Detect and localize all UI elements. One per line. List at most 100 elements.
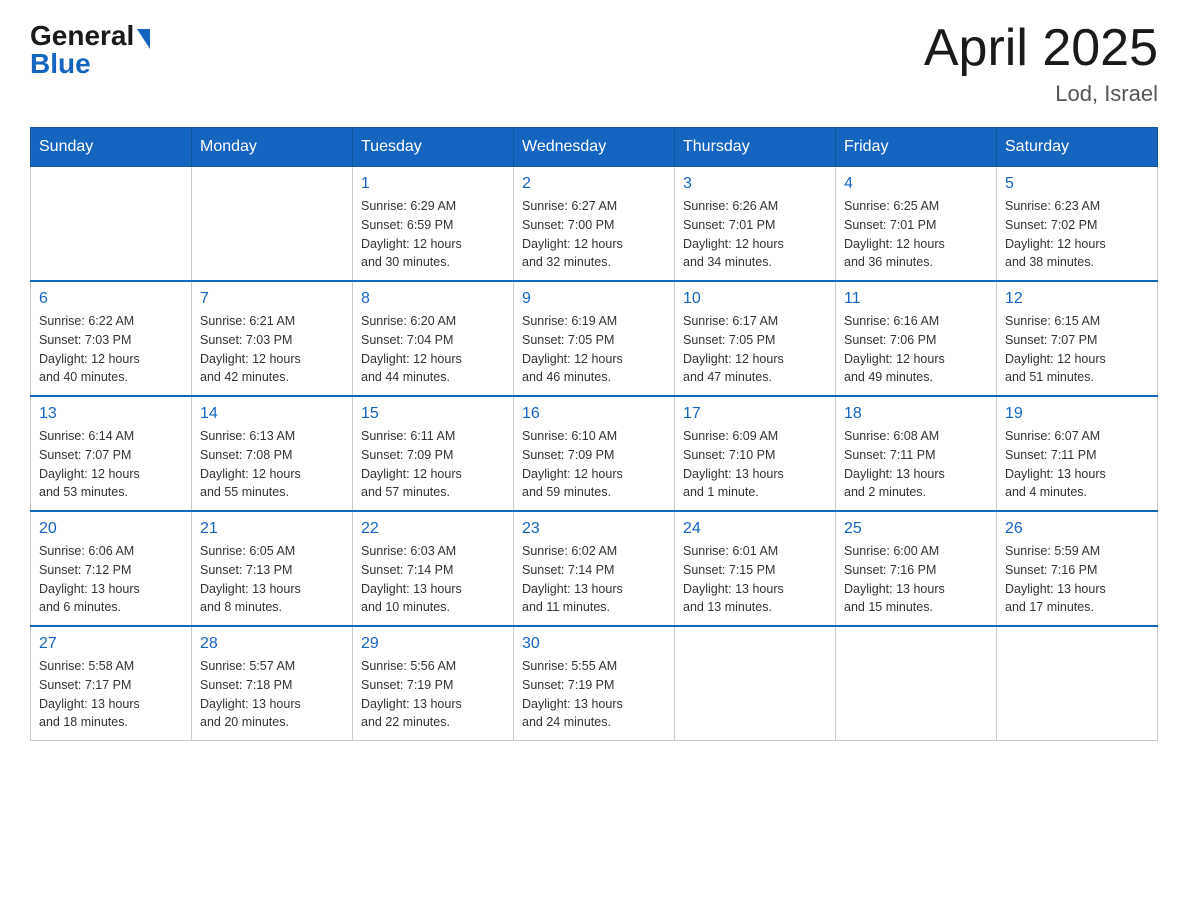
week-row-1: 1 Sunrise: 6:29 AM Sunset: 6:59 PM Daylig…: [31, 167, 1158, 282]
day-number: 24: [683, 520, 827, 538]
cell-week2-day4: 9 Sunrise: 6:19 AM Sunset: 7:05 PM Daylig…: [514, 281, 675, 396]
day-info: Sunrise: 6:13 AM Sunset: 7:08 PM Dayligh…: [200, 427, 344, 502]
cell-week4-day3: 22Sunrise: 6:03 AM Sunset: 7:14 PM Dayli…: [353, 511, 514, 626]
week-row-5: 27 Sunrise: 5:58 AM Sunset: 7:17 PM Dayli…: [31, 626, 1158, 741]
day-info: Sunrise: 5:57 AM Sunset: 7:18 PM Dayligh…: [200, 657, 344, 732]
month-year-title: April 2025: [924, 20, 1158, 77]
day-info: Sunrise: 6:22 AM Sunset: 7:03 PM Dayligh…: [39, 312, 183, 387]
day-number: 25: [844, 520, 988, 538]
day-number: 2: [522, 175, 666, 193]
day-number: 11: [844, 290, 988, 308]
day-number: 12: [1005, 290, 1149, 308]
day-number: 7: [200, 290, 344, 308]
day-number: 22: [361, 520, 505, 538]
day-info: Sunrise: 6:08 AM Sunset: 7:11 PM Dayligh…: [844, 427, 988, 502]
day-info: Sunrise: 6:21 AM Sunset: 7:03 PM Dayligh…: [200, 312, 344, 387]
day-number: 3: [683, 175, 827, 193]
day-info: Sunrise: 5:58 AM Sunset: 7:17 PM Dayligh…: [39, 657, 183, 732]
day-info: Sunrise: 6:29 AM Sunset: 6:59 PM Dayligh…: [361, 197, 505, 272]
day-number: 29: [361, 635, 505, 653]
day-info: Sunrise: 6:02 AM Sunset: 7:14 PM Dayligh…: [522, 542, 666, 617]
day-number: 16: [522, 405, 666, 423]
day-number: 23: [522, 520, 666, 538]
cell-week4-day6: 25 Sunrise: 6:00 AM Sunset: 7:16 PM Dayli…: [836, 511, 997, 626]
cell-week5-day7: [997, 626, 1158, 741]
location-label: Lod, Israel: [924, 81, 1158, 107]
cell-week2-day5: 10 Sunrise: 6:17 AM Sunset: 7:05 PM Dayli…: [675, 281, 836, 396]
cell-week5-day3: 29 Sunrise: 5:56 AM Sunset: 7:19 PM Dayli…: [353, 626, 514, 741]
day-number: 30: [522, 635, 666, 653]
day-info: Sunrise: 6:16 AM Sunset: 7:06 PM Dayligh…: [844, 312, 988, 387]
day-info: Sunrise: 6:11 AM Sunset: 7:09 PM Dayligh…: [361, 427, 505, 502]
day-info: Sunrise: 5:55 AM Sunset: 7:19 PM Dayligh…: [522, 657, 666, 732]
day-info: Sunrise: 6:01 AM Sunset: 7:15 PM Dayligh…: [683, 542, 827, 617]
calendar-body: 1 Sunrise: 6:29 AM Sunset: 6:59 PM Daylig…: [31, 167, 1158, 741]
cell-week1-day1: [31, 167, 192, 282]
cell-week3-day5: 17Sunrise: 6:09 AM Sunset: 7:10 PM Dayli…: [675, 396, 836, 511]
cell-week1-day6: 4 Sunrise: 6:25 AM Sunset: 7:01 PM Daylig…: [836, 167, 997, 282]
calendar-header: Sunday Monday Tuesday Wednesday Thursday…: [31, 128, 1158, 167]
day-info: Sunrise: 6:17 AM Sunset: 7:05 PM Dayligh…: [683, 312, 827, 387]
cell-week1-day4: 2 Sunrise: 6:27 AM Sunset: 7:00 PM Daylig…: [514, 167, 675, 282]
day-number: 15: [361, 405, 505, 423]
header-saturday: Saturday: [997, 128, 1158, 167]
day-number: 17: [683, 405, 827, 423]
day-info: Sunrise: 6:20 AM Sunset: 7:04 PM Dayligh…: [361, 312, 505, 387]
logo: General Blue: [30, 20, 150, 80]
day-info: Sunrise: 6:00 AM Sunset: 7:16 PM Dayligh…: [844, 542, 988, 617]
header-wednesday: Wednesday: [514, 128, 675, 167]
day-number: 5: [1005, 175, 1149, 193]
cell-week2-day3: 8 Sunrise: 6:20 AM Sunset: 7:04 PM Daylig…: [353, 281, 514, 396]
day-info: Sunrise: 6:19 AM Sunset: 7:05 PM Dayligh…: [522, 312, 666, 387]
day-number: 10: [683, 290, 827, 308]
day-number: 20: [39, 520, 183, 538]
header-friday: Friday: [836, 128, 997, 167]
cell-week5-day1: 27 Sunrise: 5:58 AM Sunset: 7:17 PM Dayli…: [31, 626, 192, 741]
day-number: 4: [844, 175, 988, 193]
cell-week1-day2: [192, 167, 353, 282]
logo-triangle-icon: [137, 29, 150, 49]
cell-week3-day2: 14 Sunrise: 6:13 AM Sunset: 7:08 PM Dayli…: [192, 396, 353, 511]
day-info: Sunrise: 6:23 AM Sunset: 7:02 PM Dayligh…: [1005, 197, 1149, 272]
header-tuesday: Tuesday: [353, 128, 514, 167]
day-number: 1: [361, 175, 505, 193]
cell-week3-day6: 18 Sunrise: 6:08 AM Sunset: 7:11 PM Dayli…: [836, 396, 997, 511]
day-number: 13: [39, 405, 183, 423]
day-info: Sunrise: 6:25 AM Sunset: 7:01 PM Dayligh…: [844, 197, 988, 272]
cell-week1-day7: 5 Sunrise: 6:23 AM Sunset: 7:02 PM Daylig…: [997, 167, 1158, 282]
day-number: 21: [200, 520, 344, 538]
cell-week5-day6: [836, 626, 997, 741]
day-info: Sunrise: 5:59 AM Sunset: 7:16 PM Dayligh…: [1005, 542, 1149, 617]
day-info: Sunrise: 6:06 AM Sunset: 7:12 PM Dayligh…: [39, 542, 183, 617]
week-row-4: 20 Sunrise: 6:06 AM Sunset: 7:12 PM Dayli…: [31, 511, 1158, 626]
logo-blue-text: Blue: [30, 48, 91, 80]
cell-week3-day3: 15 Sunrise: 6:11 AM Sunset: 7:09 PM Dayli…: [353, 396, 514, 511]
cell-week3-day7: 19Sunrise: 6:07 AM Sunset: 7:11 PM Dayli…: [997, 396, 1158, 511]
day-number: 18: [844, 405, 988, 423]
day-number: 8: [361, 290, 505, 308]
day-info: Sunrise: 5:56 AM Sunset: 7:19 PM Dayligh…: [361, 657, 505, 732]
cell-week5-day4: 30 Sunrise: 5:55 AM Sunset: 7:19 PM Dayli…: [514, 626, 675, 741]
day-number: 9: [522, 290, 666, 308]
cell-week3-day4: 16 Sunrise: 6:10 AM Sunset: 7:09 PM Dayli…: [514, 396, 675, 511]
cell-week4-day4: 23 Sunrise: 6:02 AM Sunset: 7:14 PM Dayli…: [514, 511, 675, 626]
cell-week1-day3: 1 Sunrise: 6:29 AM Sunset: 6:59 PM Daylig…: [353, 167, 514, 282]
day-number: 6: [39, 290, 183, 308]
header-sunday: Sunday: [31, 128, 192, 167]
day-info: Sunrise: 6:27 AM Sunset: 7:00 PM Dayligh…: [522, 197, 666, 272]
week-row-2: 6 Sunrise: 6:22 AM Sunset: 7:03 PM Daylig…: [31, 281, 1158, 396]
day-info: Sunrise: 6:10 AM Sunset: 7:09 PM Dayligh…: [522, 427, 666, 502]
cell-week5-day2: 28Sunrise: 5:57 AM Sunset: 7:18 PM Dayli…: [192, 626, 353, 741]
title-section: April 2025 Lod, Israel: [924, 20, 1158, 107]
day-number: 19: [1005, 405, 1149, 423]
day-info: Sunrise: 6:26 AM Sunset: 7:01 PM Dayligh…: [683, 197, 827, 272]
cell-week4-day2: 21 Sunrise: 6:05 AM Sunset: 7:13 PM Dayli…: [192, 511, 353, 626]
cell-week1-day5: 3 Sunrise: 6:26 AM Sunset: 7:01 PM Daylig…: [675, 167, 836, 282]
header-row: Sunday Monday Tuesday Wednesday Thursday…: [31, 128, 1158, 167]
day-info: Sunrise: 6:05 AM Sunset: 7:13 PM Dayligh…: [200, 542, 344, 617]
day-number: 27: [39, 635, 183, 653]
cell-week4-day1: 20 Sunrise: 6:06 AM Sunset: 7:12 PM Dayli…: [31, 511, 192, 626]
cell-week5-day5: [675, 626, 836, 741]
day-info: Sunrise: 6:14 AM Sunset: 7:07 PM Dayligh…: [39, 427, 183, 502]
day-number: 14: [200, 405, 344, 423]
